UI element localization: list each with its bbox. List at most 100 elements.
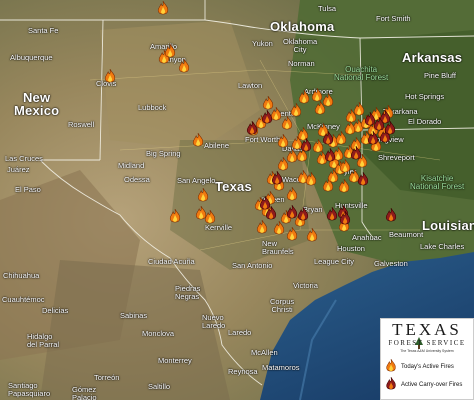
fire-marker-today[interactable] [277, 134, 290, 149]
fire-marker-carryover[interactable] [357, 172, 370, 187]
city-label: Galveston [374, 259, 408, 268]
city-label: Lubbock [138, 103, 167, 112]
city-label: Lawton [238, 81, 263, 90]
city-label: Saltillo [148, 382, 171, 391]
city-label: Roswell [68, 120, 95, 129]
fire-icon [386, 377, 396, 390]
fire-marker-today[interactable] [286, 227, 299, 242]
fire-marker-today[interactable] [277, 157, 290, 172]
fire-marker-carryover[interactable] [261, 110, 274, 125]
fire-marker-today[interactable] [204, 210, 217, 225]
city-label: El Dorado [408, 117, 442, 126]
city-label: McAllen [251, 348, 278, 357]
state-label-arkansas: Arkansas [402, 50, 463, 65]
fire-icon [386, 359, 396, 372]
city-label: Anahuac [352, 233, 382, 242]
fire-marker-today[interactable] [305, 172, 318, 187]
city-label: Ciudad Acuña [148, 257, 195, 266]
fire-marker-today[interactable] [164, 44, 177, 59]
city-label: Abilene [204, 141, 230, 150]
fire-marker-today[interactable] [286, 187, 299, 202]
city-label: Reynosa [228, 367, 258, 376]
city-label: Yukon [252, 39, 273, 48]
city-label: Midland [118, 161, 145, 170]
fire-marker-carryover[interactable] [297, 207, 310, 222]
fire-marker-today[interactable] [306, 228, 319, 243]
city-label: Albuquerque [10, 53, 53, 62]
city-label: Laredo [228, 328, 252, 337]
city-label: San Angelo [177, 176, 216, 185]
city-label: Shreveport [378, 153, 415, 162]
city-label: San Antonio [232, 261, 273, 270]
fire-marker-today[interactable] [256, 220, 269, 235]
city-label: Santa Fe [28, 26, 59, 35]
org-subtitle: FOREST SERVICE [388, 339, 466, 347]
city-label: Chihuahua [3, 271, 40, 280]
fire-marker-today[interactable] [178, 59, 191, 74]
fire-marker-carryover[interactable] [339, 211, 352, 226]
forest-label-kisatchie: Kisatchie National Forest [410, 174, 465, 192]
fire-marker-carryover[interactable] [271, 171, 284, 186]
city-label: Odessa [124, 175, 150, 184]
city-label: Fort Worth [245, 135, 281, 144]
city-label: Monterrey [158, 356, 192, 365]
fire-marker-today[interactable] [197, 188, 210, 203]
city-label: Gómez Palacio [72, 385, 97, 400]
city-label: Beaumont [389, 230, 424, 239]
city-label: Norman [288, 59, 315, 68]
fire-marker-carryover[interactable] [324, 148, 337, 163]
city-label: Cuauhtémoc [2, 295, 45, 304]
state-label-oklahoma: Oklahoma [270, 19, 335, 34]
city-label: Piedras Negras [175, 284, 201, 301]
org-tagline: The Texas A&M University System [400, 349, 454, 353]
fire-marker-today[interactable] [157, 1, 170, 16]
city-label: Victoria [293, 281, 318, 290]
city-label: Monclova [142, 329, 175, 338]
fire-marker-today[interactable] [314, 101, 327, 116]
city-label: Lake Charles [420, 242, 465, 251]
fire-marker-carryover[interactable] [364, 112, 377, 127]
city-label: Pine Bluff [424, 71, 456, 80]
fire-marker-today[interactable] [298, 90, 311, 105]
legend-label-today: Today's Active Fires [401, 364, 454, 370]
legend-label-carryover: Active Carry-over Fires [401, 382, 463, 388]
fire-marker-carryover[interactable] [246, 121, 259, 136]
fire-marker-today[interactable] [192, 133, 205, 148]
city-label: Las Cruces [5, 154, 43, 163]
fire-marker-today[interactable] [281, 116, 294, 131]
fire-marker-carryover[interactable] [385, 208, 398, 223]
org-title: TEXAS [392, 320, 462, 339]
city-label: Sabinas [120, 311, 148, 320]
city-label: Matamoros [262, 363, 300, 372]
city-label: El Paso [15, 185, 41, 194]
city-label: Big Spring [146, 149, 181, 158]
fire-marker-carryover[interactable] [265, 206, 278, 221]
city-label: Nuevo Laredo [202, 313, 226, 330]
city-label: Juárez [7, 165, 30, 174]
city-label: Tulsa [318, 4, 337, 13]
city-label: Delicias [42, 306, 69, 315]
state-label-new-mexico: New Mexico [14, 90, 60, 118]
fire-marker-carryover[interactable] [322, 131, 335, 146]
state-label-louisiana: Louisiana [422, 218, 474, 233]
city-label: League City [314, 257, 355, 266]
fire-marker-today[interactable] [344, 121, 357, 136]
city-label: Hot Springs [405, 92, 445, 101]
fire-marker-carryover[interactable] [367, 131, 380, 146]
fire-marker-today[interactable] [169, 209, 182, 224]
fire-marker-carryover[interactable] [384, 121, 397, 136]
fire-marker-today[interactable] [104, 69, 117, 84]
fire-marker-carryover[interactable] [300, 138, 313, 153]
city-label: Houston [337, 244, 365, 253]
city-label: Santiago Papasquiaro [8, 381, 51, 398]
city-label: New Braunfels [262, 239, 294, 256]
fire-marker-carryover[interactable] [350, 146, 363, 161]
map-legend: TEXAS FOREST SERVICE The Texas A&M Unive… [380, 318, 474, 400]
city-label: Torreón [94, 373, 120, 382]
city-label: Fort Smith [376, 14, 411, 23]
wildfire-map[interactable]: Oklahoma Arkansas New Mexico Texas Louis… [0, 0, 474, 400]
state-label-texas: Texas [215, 179, 252, 194]
city-label: Hidalgo del Parral [27, 332, 60, 349]
city-label: Kerrville [205, 223, 233, 232]
city-label: Oklahoma City [283, 37, 318, 54]
